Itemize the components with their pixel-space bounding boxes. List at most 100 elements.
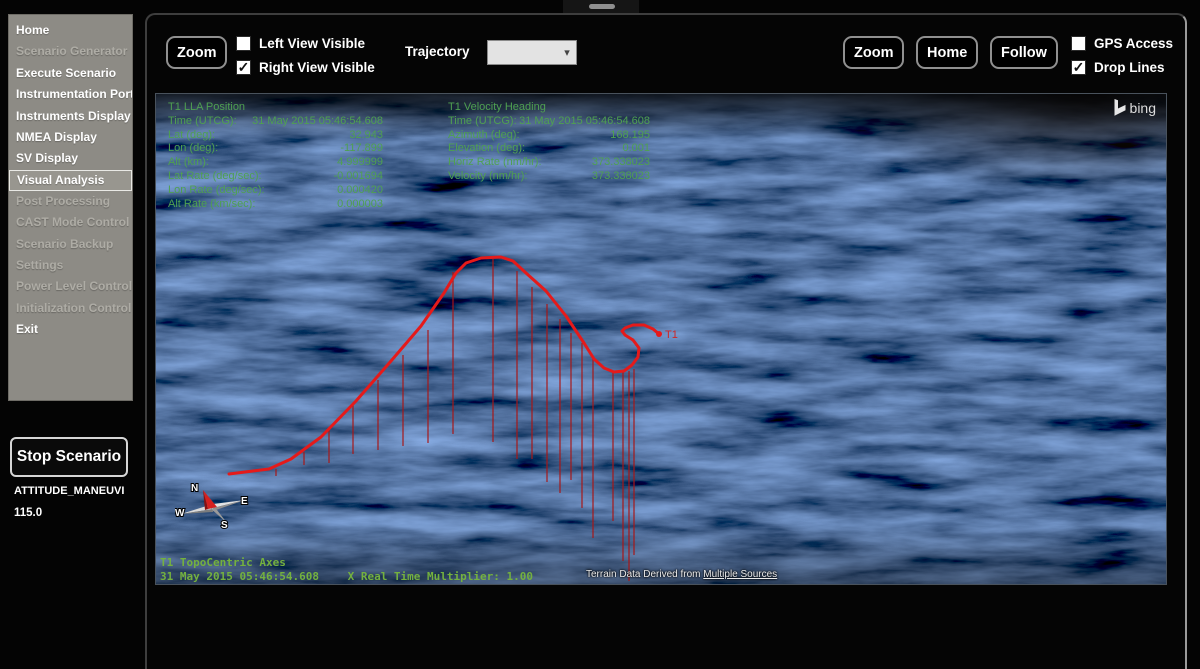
drag-pill-icon bbox=[589, 4, 615, 9]
sidebar-item-instruments-display[interactable]: Instruments Display bbox=[9, 106, 132, 127]
axes-status-text: T1 TopoCentric Axes bbox=[160, 556, 286, 569]
chevron-down-icon: ▾ bbox=[558, 46, 576, 59]
checkbox-checked-icon[interactable]: ✓ bbox=[1071, 60, 1086, 75]
home-button[interactable]: Home bbox=[916, 36, 978, 69]
compass-north-label: N bbox=[191, 483, 198, 494]
telemetry-label: Time (UTCG): bbox=[168, 115, 237, 129]
application-window: HomeScenario GeneratorExecute ScenarioIn… bbox=[0, 0, 1200, 669]
checkbox-drop-lines[interactable]: ✓ Drop Lines bbox=[1071, 56, 1173, 78]
telemetry-velocity-heading: T1 Velocity HeadingTime (UTCG):31 May 20… bbox=[448, 101, 650, 184]
follow-button[interactable]: Follow bbox=[990, 36, 1058, 69]
telemetry-title: T1 Velocity Heading bbox=[448, 101, 650, 115]
sidebar-item-nmea-display[interactable]: NMEA Display bbox=[9, 127, 132, 148]
stop-scenario-button[interactable]: Stop Scenario bbox=[10, 437, 128, 477]
telemetry-value: 0.000420 bbox=[337, 184, 383, 198]
telemetry-value: 373.338023 bbox=[592, 156, 650, 170]
checkbox-gps-access[interactable]: GPS Access bbox=[1071, 32, 1173, 54]
sidebar-menu: HomeScenario GeneratorExecute ScenarioIn… bbox=[8, 14, 133, 401]
telemetry-label: Velocity (nm/hr): bbox=[448, 170, 527, 184]
multiple-sources-link[interactable]: Multiple Sources bbox=[703, 569, 777, 580]
telemetry-value: 168.195 bbox=[610, 129, 650, 143]
checkbox-unchecked-icon[interactable] bbox=[1071, 36, 1086, 51]
telemetry-label: Elevation (deg): bbox=[448, 142, 525, 156]
telemetry-row: Horiz Rate (nm/hr): 373.338023 bbox=[448, 156, 650, 170]
telemetry-value: 0.001 bbox=[622, 142, 650, 156]
bing-label: bing bbox=[1130, 100, 1156, 116]
checkbox-label: Right View Visible bbox=[259, 60, 375, 75]
checkbox-right-view-visible[interactable]: ✓ Right View Visible bbox=[236, 56, 375, 78]
window-drag-handle[interactable] bbox=[563, 0, 639, 13]
bing-logo: bing bbox=[1114, 99, 1156, 116]
telemetry-value: 4.999999 bbox=[337, 156, 383, 170]
checkbox-checked-icon[interactable]: ✓ bbox=[236, 60, 251, 75]
compass-east-label: E bbox=[241, 496, 248, 507]
telemetry-value: 0.000003 bbox=[337, 198, 383, 212]
telemetry-value: 32.943 bbox=[349, 129, 383, 143]
realtime-multiplier-text: X Real Time Multiplier: 1.00 bbox=[348, 570, 533, 583]
trajectory-path bbox=[229, 257, 659, 474]
telemetry-label: Lon (deg): bbox=[168, 142, 218, 156]
checkbox-label: GPS Access bbox=[1094, 36, 1173, 51]
telemetry-value: 31 May 2015 05:46:54.608 bbox=[519, 115, 650, 129]
time-status-text: 31 May 2015 05:46:54.608 X Real Time Mul… bbox=[160, 570, 533, 583]
sidebar-item-scenario-backup: Scenario Backup bbox=[9, 234, 132, 255]
zoom-left-button[interactable]: Zoom bbox=[166, 36, 227, 69]
compass-rose[interactable]: N E S W bbox=[175, 481, 251, 535]
sidebar-item-initialization-control: Initialization Control bbox=[9, 298, 132, 319]
sidebar-item-settings: Settings bbox=[9, 255, 132, 276]
telemetry-lla-position: T1 LLA PositionTime (UTCG): 31 May 2015 0… bbox=[168, 101, 383, 211]
telemetry-label: Lon Rate (deg/sec): bbox=[168, 184, 265, 198]
vehicle-label: T1 bbox=[665, 329, 678, 341]
sidebar-item-visual-analysis[interactable]: Visual Analysis bbox=[9, 170, 132, 191]
telemetry-value: -117.899 bbox=[340, 142, 383, 156]
compass-west-label: W bbox=[175, 508, 185, 519]
attribution-prefix: Terrain Data Derived from bbox=[586, 569, 703, 580]
sidebar-item-post-processing: Post Processing bbox=[9, 191, 132, 212]
trajectory-label: Trajectory bbox=[405, 44, 470, 59]
telemetry-value: -0.001694 bbox=[333, 170, 383, 184]
scenario-time-text: 115.0 bbox=[14, 507, 42, 519]
telemetry-label: Azimuth (deg): bbox=[448, 129, 520, 143]
checkbox-label: Drop Lines bbox=[1094, 60, 1165, 75]
scenario-name-text: ATTITUDE_MANEUVI bbox=[14, 485, 124, 497]
sidebar-item-home[interactable]: Home bbox=[9, 20, 132, 41]
telemetry-row: Velocity (nm/hr): 373.338023 bbox=[448, 170, 650, 184]
telemetry-row: Azimuth (deg): 168.195 bbox=[448, 129, 650, 143]
telemetry-row: Lat (deg): 32.943 bbox=[168, 129, 383, 143]
bing-icon bbox=[1114, 99, 1126, 116]
telemetry-title: T1 LLA Position bbox=[168, 101, 383, 115]
trajectory-select[interactable]: ▾ bbox=[487, 40, 577, 65]
checkbox-left-view-visible[interactable]: Left View Visible bbox=[236, 32, 375, 54]
telemetry-row: Alt (km): 4.999999 bbox=[168, 156, 383, 170]
telemetry-value: 31 May 2015 05:46:54.608 bbox=[252, 115, 383, 129]
telemetry-row: Time (UTCG):31 May 2015 05:46:54.608 bbox=[448, 115, 650, 129]
telemetry-row: Lon Rate (deg/sec): 0.000420 bbox=[168, 184, 383, 198]
telemetry-label: Lat (deg): bbox=[168, 129, 215, 143]
checkbox-unchecked-icon[interactable] bbox=[236, 36, 251, 51]
telemetry-label: Lat Rate (deg/sec): bbox=[168, 170, 262, 184]
telemetry-row: Lon (deg): -117.899 bbox=[168, 142, 383, 156]
sim-time-text: 31 May 2015 05:46:54.608 bbox=[160, 570, 319, 583]
telemetry-label: Alt (km): bbox=[168, 156, 209, 170]
telemetry-row: Time (UTCG): 31 May 2015 05:46:54.608 bbox=[168, 115, 383, 129]
telemetry-row: Alt Rate (km/sec): 0.000003 bbox=[168, 198, 383, 212]
terrain-attribution: Terrain Data Derived from Multiple Sourc… bbox=[586, 569, 777, 580]
sidebar-item-instrumentation-port[interactable]: Instrumentation Port bbox=[9, 84, 132, 105]
sidebar-item-sv-display[interactable]: SV Display bbox=[9, 148, 132, 169]
sidebar-item-cast-mode-control: CAST Mode Control bbox=[9, 212, 132, 233]
zoom-right-button[interactable]: Zoom bbox=[843, 36, 904, 69]
vehicle-marker bbox=[656, 331, 662, 337]
telemetry-label: Time (UTCG): bbox=[448, 115, 517, 129]
sidebar-item-exit[interactable]: Exit bbox=[9, 319, 132, 340]
compass-south-label: S bbox=[221, 520, 228, 531]
telemetry-label: Horiz Rate (nm/hr): bbox=[448, 156, 542, 170]
sidebar-item-execute-scenario[interactable]: Execute Scenario bbox=[9, 63, 132, 84]
telemetry-value: 373.338023 bbox=[592, 170, 650, 184]
sidebar-item-scenario-generator: Scenario Generator bbox=[9, 41, 132, 62]
map-viewport[interactable]: T1 T1 LLA PositionTime (UTCG):31 May 201… bbox=[155, 93, 1167, 585]
sidebar-item-power-level-control: Power Level Control bbox=[9, 276, 132, 297]
option-checkbox-group: GPS Access ✓ Drop Lines bbox=[1071, 32, 1173, 78]
telemetry-label: Alt Rate (km/sec): bbox=[168, 198, 255, 212]
view-checkbox-group: Left View Visible ✓ Right View Visible bbox=[236, 32, 375, 78]
telemetry-row: Elevation (deg): 0.001 bbox=[448, 142, 650, 156]
